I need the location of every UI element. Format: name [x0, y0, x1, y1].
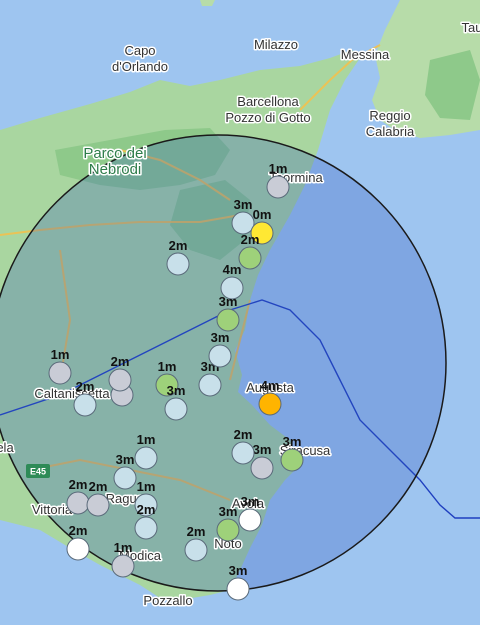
place-label-barcellona: Barcellona Pozzo di Gotto: [225, 94, 310, 125]
quake-marker-label: 2m: [76, 379, 95, 394]
quake-marker-dot[interactable]: [113, 466, 137, 490]
quake-marker-label: 1m: [137, 432, 156, 447]
quake-marker-label: 2m: [234, 427, 253, 442]
quake-marker-dot[interactable]: [198, 373, 222, 397]
quake-marker-dot[interactable]: [108, 368, 132, 392]
quake-marker-dot[interactable]: [86, 493, 110, 517]
quake-marker-dot[interactable]: [111, 554, 135, 578]
quake-marker[interactable]: 2m: [231, 427, 255, 465]
quake-marker[interactable]: 4m: [258, 378, 282, 416]
quake-marker[interactable]: 3m: [231, 197, 255, 235]
quake-marker-label: 3m: [283, 434, 302, 449]
quake-marker-dot[interactable]: [238, 508, 262, 532]
quake-marker-label: 0m: [253, 207, 272, 222]
quake-marker[interactable]: 1m: [48, 347, 72, 385]
quake-marker-dot[interactable]: [238, 246, 262, 270]
quake-marker[interactable]: 3m: [216, 294, 240, 332]
quake-marker-dot[interactable]: [226, 577, 250, 601]
quake-marker-dot[interactable]: [280, 448, 304, 472]
quake-marker-label: 1m: [114, 540, 133, 555]
quake-marker-label: 2m: [169, 238, 188, 253]
place-label-gela: ela: [0, 440, 14, 455]
quake-marker[interactable]: 3m: [250, 442, 274, 480]
quake-marker-label: 2m: [69, 523, 88, 538]
quake-marker[interactable]: 2m: [238, 232, 262, 270]
svg-text:E45: E45: [30, 467, 46, 477]
quake-marker-label: 3m: [253, 442, 272, 457]
quake-marker-label: 3m: [219, 504, 238, 519]
quake-marker-dot[interactable]: [231, 441, 255, 465]
quake-marker-dot[interactable]: [73, 393, 97, 417]
place-label-milazzo: Milazzo: [254, 37, 298, 52]
quake-marker-label: 1m: [51, 347, 70, 362]
quake-marker[interactable]: 1m: [134, 432, 158, 470]
quake-marker[interactable]: 2m: [66, 477, 90, 515]
road-shield-e45: E45: [26, 464, 50, 478]
quake-marker[interactable]: 2m: [108, 354, 132, 392]
quake-marker[interactable]: 3m: [238, 494, 262, 532]
quake-marker-label: 3m: [116, 452, 135, 467]
quake-marker-dot[interactable]: [66, 491, 90, 515]
quake-marker[interactable]: 1m: [111, 540, 135, 578]
quake-marker-dot[interactable]: [216, 308, 240, 332]
quake-marker-label: 3m: [241, 494, 260, 509]
quake-marker[interactable]: 3m: [280, 434, 304, 472]
quake-marker-label: 2m: [89, 479, 108, 494]
quake-marker[interactable]: 3m: [226, 563, 250, 601]
map-canvas[interactable]: Capo d'OrlandoMilazzoMessinaBarcellona Poz…: [0, 0, 480, 625]
quake-marker[interactable]: 3m: [208, 330, 232, 368]
quake-marker-dot[interactable]: [48, 361, 72, 385]
quake-marker[interactable]: 2m: [66, 523, 90, 561]
place-label-reggio: Reggio Calabria: [366, 108, 415, 139]
place-label-tau: Tau: [462, 20, 480, 35]
quake-marker-dot[interactable]: [134, 516, 158, 540]
quake-marker-label: 4m: [223, 262, 242, 277]
quake-marker-label: 2m: [187, 524, 206, 539]
quake-marker-label: 3m: [167, 383, 186, 398]
quake-marker[interactable]: 2m: [134, 502, 158, 540]
quake-marker-label: 2m: [241, 232, 260, 247]
quake-marker-label: 2m: [137, 502, 156, 517]
quake-marker-dot[interactable]: [216, 518, 240, 542]
quake-marker-label: 3m: [234, 197, 253, 212]
quake-marker[interactable]: 3m: [113, 452, 137, 490]
quake-marker[interactable]: 2m: [86, 479, 110, 517]
quake-marker-dot[interactable]: [166, 252, 190, 276]
quake-marker-dot[interactable]: [258, 392, 282, 416]
quake-marker[interactable]: 3m: [216, 504, 240, 542]
quake-marker-dot[interactable]: [266, 175, 290, 199]
quake-marker-label: 3m: [219, 294, 238, 309]
quake-marker-label: 2m: [111, 354, 130, 369]
place-label-parco: Parco dei Nebrodi: [83, 145, 146, 178]
quake-marker[interactable]: 2m: [184, 524, 208, 562]
quake-marker-dot[interactable]: [231, 211, 255, 235]
quake-marker-label: 2m: [69, 477, 88, 492]
place-label-pozzallo: Pozzallo: [143, 593, 192, 608]
quake-marker-label: 1m: [269, 161, 288, 176]
quake-marker-dot[interactable]: [250, 456, 274, 480]
quake-marker[interactable]: 3m: [164, 383, 188, 421]
quake-marker[interactable]: 2m: [166, 238, 190, 276]
quake-marker-dot[interactable]: [66, 537, 90, 561]
quake-marker-dot[interactable]: [184, 538, 208, 562]
quake-marker-label: 3m: [229, 563, 248, 578]
place-label-messina: Messina: [341, 47, 390, 62]
quake-marker-dot[interactable]: [134, 446, 158, 470]
quake-marker[interactable]: 1m: [266, 161, 290, 199]
place-label-caltanissetta: Caltanissetta: [34, 386, 110, 401]
quake-marker-label: 1m: [137, 479, 156, 494]
quake-marker-dot[interactable]: [164, 397, 188, 421]
quake-marker-label: 3m: [211, 330, 230, 345]
quake-marker-label: 1m: [158, 359, 177, 374]
quake-marker[interactable]: 2m: [73, 379, 97, 417]
quake-marker-label: 4m: [261, 378, 280, 393]
quake-marker-dot[interactable]: [208, 344, 232, 368]
